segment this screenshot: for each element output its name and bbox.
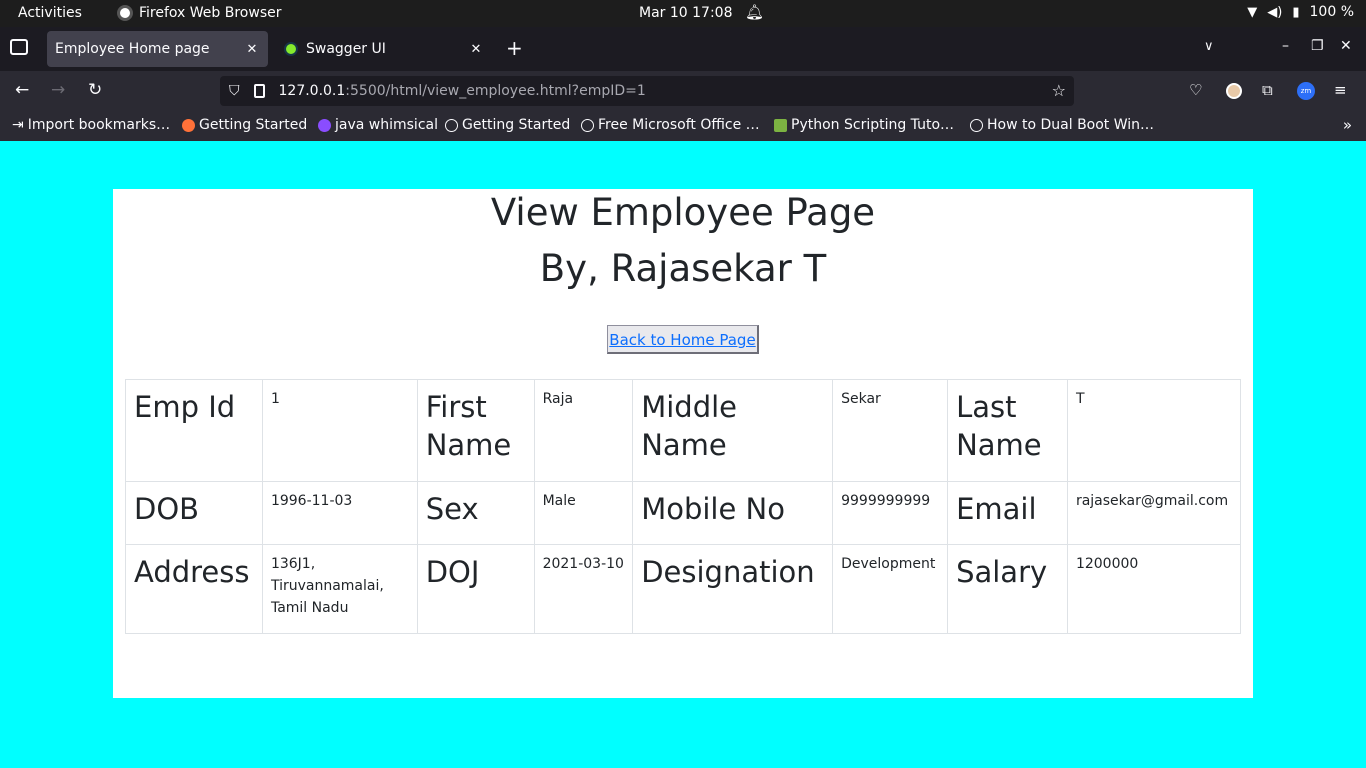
bookmark-label: Python Scripting Tuto… [791, 117, 955, 133]
bookmark-label: Import bookmarks… [27, 117, 171, 133]
bookmark-label: Getting Started [199, 117, 308, 133]
field-label: Salary [947, 544, 1068, 634]
reload-icon[interactable]: ↻ [88, 80, 102, 100]
field-label: Last Name [947, 379, 1068, 482]
new-tab-button[interactable]: + [506, 36, 523, 60]
field-label: First Name [416, 379, 535, 482]
bookmark-dual-boot[interactable]: How to Dual Boot Win… [970, 117, 1154, 133]
field-label: Email [947, 481, 1068, 545]
nav-toolbar: ← → ↻ ⛉ 127.0.0.1:5500/html/view_employe… [0, 71, 1366, 111]
back-to-home-link[interactable]: Back to Home Page [609, 331, 755, 349]
menu-icon[interactable]: ≡ [1334, 81, 1347, 99]
address-bar[interactable]: ⛉ 127.0.0.1:5500/html/view_employee.html… [220, 76, 1074, 106]
table-row: Address 136J1, Tiruvannamalai, Tamil Nad… [125, 544, 1242, 634]
content-card: View Employee Page By, Rajasekar T Back … [113, 189, 1253, 698]
firefox-icon [117, 5, 133, 21]
zoom-extension-icon[interactable]: zm [1297, 82, 1315, 100]
field-value: Male [533, 481, 634, 545]
field-value: Sekar [832, 379, 949, 482]
battery-icon: ▮ [1292, 4, 1300, 20]
field-value: Development [832, 544, 949, 634]
account-avatar[interactable] [1226, 83, 1242, 99]
field-value: 9999999999 [832, 481, 949, 545]
page-icon[interactable] [253, 84, 265, 98]
back-button[interactable]: Back to Home Page [607, 325, 759, 354]
bookmark-python-scripting[interactable]: Python Scripting Tuto… [774, 117, 954, 133]
tab-label: Employee Home page [55, 41, 210, 57]
globe-icon [970, 118, 983, 132]
firefox-icon [182, 118, 195, 132]
field-value: 1200000 [1066, 544, 1242, 634]
chevron-down-icon[interactable]: ∨ [1204, 39, 1214, 54]
field-value: 136J1, Tiruvannamalai, Tamil Nadu [261, 544, 418, 634]
field-label: Designation [632, 544, 834, 634]
field-value: 1996-11-03 [261, 481, 418, 545]
whimsical-icon [318, 118, 331, 132]
field-label: Middle Name [632, 379, 834, 482]
field-label: Sex [416, 481, 535, 545]
extensions-icon[interactable]: ⧉ [1262, 81, 1273, 99]
bookmark-label: java whimsical [335, 117, 438, 133]
swagger-icon [284, 42, 298, 56]
field-label: DOJ [416, 544, 535, 634]
minimize-icon[interactable]: – [1282, 38, 1289, 54]
bell-icon: 🔔︎ [745, 3, 765, 21]
url-path: :5500/html/view_employee.html?empID=1 [345, 83, 646, 99]
volume-icon: ◀) [1267, 4, 1283, 20]
table-row: Emp Id 1 First Name Raja Middle Name Sek… [125, 379, 1242, 482]
tab-strip: Employee Home page ✕ Swagger UI ✕ + ∨ – … [0, 27, 1366, 71]
app-name: Firefox Web Browser [139, 5, 282, 21]
import-icon: ⇥ [12, 117, 24, 133]
bookmark-java-whimsical[interactable]: java whimsical [318, 117, 438, 133]
field-value: 2021-03-10 [533, 544, 634, 634]
clock[interactable]: Mar 10 17:08 [639, 5, 732, 21]
firefox-view-icon[interactable] [10, 39, 28, 55]
bookmark-label: Free Microsoft Office … [598, 117, 760, 133]
field-label: DOB [125, 481, 263, 545]
close-tab-icon[interactable]: ✕ [468, 42, 484, 57]
system-tray[interactable]: ▼ ◀) ▮ 100 % [1247, 4, 1354, 20]
pocket-icon[interactable]: ♡ [1189, 81, 1202, 99]
app-menu[interactable]: Firefox Web Browser [117, 5, 282, 21]
tab-employee-home[interactable]: Employee Home page ✕ [47, 31, 268, 67]
close-tab-icon[interactable]: ✕ [244, 42, 260, 57]
bookmark-import[interactable]: ⇥ Import bookmarks… [12, 117, 170, 133]
system-top-bar: Activities Firefox Web Browser Mar 10 17… [0, 0, 1366, 27]
globe-icon [445, 118, 458, 132]
bookmarks-toolbar: ⇥ Import bookmarks… Getting Started java… [0, 111, 1366, 141]
field-value: 1 [261, 379, 418, 482]
field-value: rajasekar@gmail.com [1066, 481, 1242, 545]
employee-table: Emp Id 1 First Name Raja Middle Name Sek… [125, 379, 1242, 634]
page-subtitle: By, Rajasekar T [539, 247, 827, 290]
table-row: DOB 1996-11-03 Sex Male Mobile No 999999… [125, 481, 1242, 545]
field-label: Emp Id [125, 379, 263, 482]
bookmark-star-icon[interactable]: ☆ [1052, 81, 1066, 100]
bookmark-microsoft-office[interactable]: Free Microsoft Office … [581, 117, 760, 133]
tab-label: Swagger UI [306, 41, 386, 57]
url-text[interactable]: 127.0.0.1:5500/html/view_employee.html?e… [279, 83, 646, 99]
url-host: 127.0.0.1 [278, 83, 346, 99]
bookmark-getting-started[interactable]: Getting Started [445, 117, 570, 133]
globe-icon [581, 118, 594, 132]
chevron-right-icon[interactable]: » [1343, 116, 1352, 134]
close-window-icon[interactable]: ✕ [1340, 38, 1352, 54]
field-label: Mobile No [632, 481, 834, 545]
field-value: T [1066, 379, 1242, 482]
restore-icon[interactable]: ❐ [1311, 38, 1324, 54]
bookmark-getting-started-firefox[interactable]: Getting Started [182, 117, 307, 133]
field-label: Address [125, 544, 263, 634]
python-icon [774, 118, 787, 132]
back-arrow-icon[interactable]: ← [15, 80, 29, 100]
wifi-icon: ▼ [1247, 4, 1258, 20]
shield-icon[interactable]: ⛉ [229, 83, 240, 99]
forward-arrow-icon[interactable]: → [51, 80, 65, 100]
bookmark-label: How to Dual Boot Win… [987, 117, 1155, 133]
tab-swagger-ui[interactable]: Swagger UI ✕ [276, 31, 492, 67]
battery-percent: 100 % [1309, 4, 1354, 20]
activities-button[interactable]: Activities [18, 5, 82, 21]
page-title: View Employee Page [490, 191, 876, 234]
bookmark-label: Getting Started [462, 117, 571, 133]
field-value: Raja [533, 379, 634, 482]
